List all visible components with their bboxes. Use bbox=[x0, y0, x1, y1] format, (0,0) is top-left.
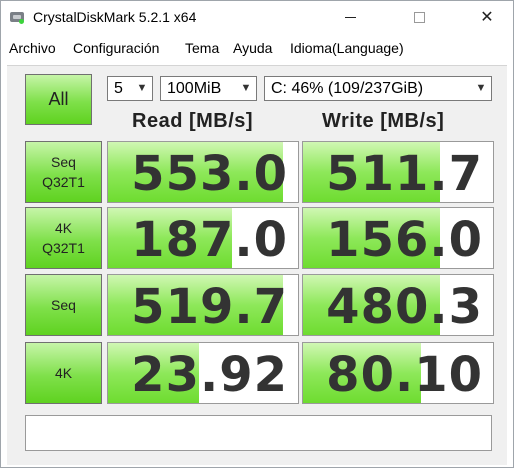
title-bar[interactable]: CrystalDiskMark 5.2.1 x64 ✕ bbox=[1, 1, 513, 33]
seq-q32t1-write-cell: 511.7 bbox=[302, 141, 494, 203]
row-label-line1: 4K bbox=[54, 365, 73, 381]
window-title: CrystalDiskMark 5.2.1 x64 bbox=[33, 9, 197, 25]
row-label-line1: Seq bbox=[51, 154, 76, 170]
chevron-down-icon: ▼ bbox=[136, 82, 148, 94]
all-button-label: All bbox=[48, 89, 69, 109]
menu-tema[interactable]: Tema bbox=[185, 40, 219, 56]
4k-button[interactable]: 4K bbox=[25, 342, 102, 404]
app-window: CrystalDiskMark 5.2.1 x64 ✕ Archivo Conf… bbox=[0, 0, 514, 468]
seq-button[interactable]: Seq bbox=[25, 274, 102, 336]
test-count-value: 5 bbox=[114, 80, 123, 97]
menu-idioma[interactable]: Idioma(Language) bbox=[290, 40, 404, 56]
seq-read-cell: 519.7 bbox=[107, 274, 299, 336]
row-label-line1: Seq bbox=[51, 297, 76, 313]
read-value: 23.92 bbox=[131, 347, 288, 403]
write-value: 80.10 bbox=[326, 347, 483, 403]
4k-q32t1-read-cell: 187.0 bbox=[107, 207, 299, 269]
seq-q32t1-button[interactable]: Seq Q32T1 bbox=[25, 141, 102, 203]
read-value: 519.7 bbox=[131, 279, 288, 335]
write-header: Write [MB/s] bbox=[322, 110, 445, 132]
write-value: 480.3 bbox=[326, 279, 483, 335]
benchmark-panel: All 5 ▼ 100MiB ▼ C: 46% (109/237GiB) ▼ R… bbox=[7, 65, 507, 465]
chevron-down-icon: ▼ bbox=[475, 82, 487, 94]
chevron-down-icon: ▼ bbox=[240, 82, 252, 94]
menu-bar: Archivo Configuración Tema Ayuda Idioma(… bbox=[1, 37, 513, 59]
crystaldiskmark-icon bbox=[9, 9, 25, 25]
row-label-line2: Q32T1 bbox=[42, 240, 85, 256]
test-size-value: 100MiB bbox=[167, 80, 222, 97]
row-label-line2: Q32T1 bbox=[42, 174, 85, 190]
read-value: 187.0 bbox=[131, 212, 288, 268]
maximize-button[interactable] bbox=[396, 1, 442, 33]
test-count-select[interactable]: 5 ▼ bbox=[107, 76, 153, 101]
menu-archivo[interactable]: Archivo bbox=[9, 40, 56, 56]
all-button[interactable]: All bbox=[25, 74, 92, 125]
read-value: 553.0 bbox=[131, 146, 288, 202]
drive-value: C: 46% (109/237GiB) bbox=[271, 80, 424, 97]
comment-box[interactable] bbox=[25, 415, 492, 451]
4k-read-cell: 23.92 bbox=[107, 342, 299, 404]
4k-q32t1-button[interactable]: 4K Q32T1 bbox=[25, 207, 102, 269]
maximize-icon bbox=[413, 11, 425, 23]
menu-ayuda[interactable]: Ayuda bbox=[233, 40, 272, 56]
minimize-icon bbox=[344, 16, 356, 18]
menu-configuracion[interactable]: Configuración bbox=[73, 40, 159, 56]
drive-select[interactable]: C: 46% (109/237GiB) ▼ bbox=[264, 76, 492, 101]
test-size-select[interactable]: 100MiB ▼ bbox=[160, 76, 257, 101]
4k-q32t1-write-cell: 156.0 bbox=[302, 207, 494, 269]
seq-q32t1-read-cell: 553.0 bbox=[107, 141, 299, 203]
minimize-button[interactable] bbox=[327, 1, 373, 33]
close-button[interactable]: ✕ bbox=[464, 1, 510, 33]
write-value: 156.0 bbox=[326, 212, 483, 268]
close-icon: ✕ bbox=[480, 9, 494, 26]
write-value: 511.7 bbox=[326, 146, 483, 202]
seq-write-cell: 480.3 bbox=[302, 274, 494, 336]
row-label-line1: 4K bbox=[54, 220, 73, 236]
read-header: Read [MB/s] bbox=[132, 110, 254, 132]
4k-write-cell: 80.10 bbox=[302, 342, 494, 404]
